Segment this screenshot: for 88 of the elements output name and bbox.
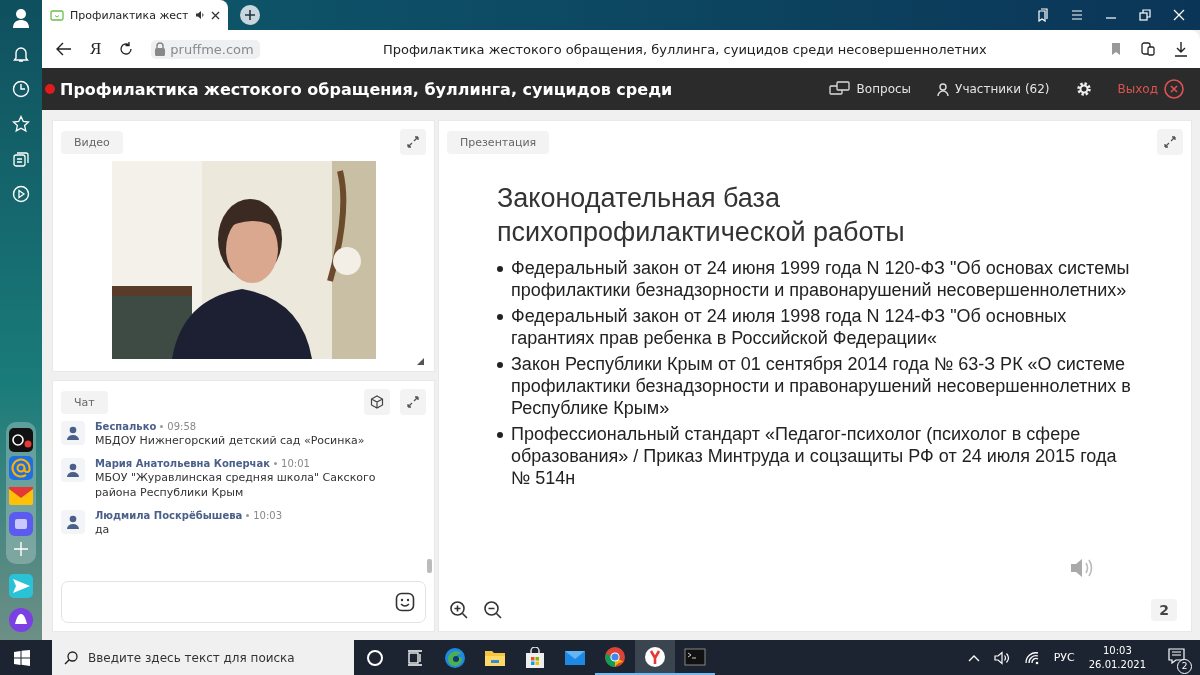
message-text: МБОУ "Журавлинская средняя школа" Сакского района Республики Крым [95, 470, 377, 500]
yandex-logo[interactable]: Я [90, 39, 102, 59]
restore-icon[interactable] [1138, 8, 1152, 22]
browser-tab[interactable]: Профилактика жест [42, 0, 228, 30]
collections-icon[interactable] [12, 150, 30, 168]
panel-label: Видео [61, 130, 123, 154]
avatar [61, 458, 85, 482]
wifi-icon[interactable] [1023, 650, 1040, 665]
play-icon[interactable] [12, 185, 30, 203]
message-text: МБДОУ Нижнегорский детский сад «Росинка» [95, 433, 365, 448]
page-number: 2 [1151, 599, 1177, 621]
close-circle-icon [1164, 79, 1184, 99]
notification-icon[interactable] [1168, 647, 1186, 664]
message-time: 09:58 [167, 421, 197, 432]
separator-dot [246, 514, 250, 517]
scrollbar-thumb[interactable] [427, 559, 432, 573]
download-icon[interactable] [1174, 41, 1188, 57]
user-icon[interactable] [12, 8, 30, 28]
panel-label: Чат [61, 390, 108, 414]
message-author: Беспалько [95, 421, 157, 432]
bullet-text: Федеральный закон от 24 июля 1998 года N 124-ФЗ "Об основных гарантиях прав ребенка в Российской Федерации« [511, 305, 1068, 349]
new-tab-icon[interactable] [240, 5, 260, 25]
avatar [61, 421, 85, 445]
bookmarks-icon[interactable] [1036, 8, 1050, 22]
exit-button[interactable]: Выход [1117, 79, 1184, 99]
cube-button[interactable] [364, 389, 390, 415]
reload-icon[interactable] [119, 42, 134, 56]
questions-button[interactable]: Вопросы [828, 81, 912, 97]
emoji-icon[interactable] [395, 592, 415, 612]
expand-button[interactable] [400, 129, 426, 155]
avatar [61, 510, 85, 534]
bullet-icon [497, 314, 503, 320]
separator-dot [274, 462, 278, 465]
language-indicator[interactable]: РУС [1053, 651, 1075, 664]
message-time: 10:03 [253, 510, 283, 521]
expand-button[interactable] [400, 389, 426, 415]
message-text: да [95, 522, 111, 537]
tab-title: Профилактика жест [70, 8, 189, 22]
speaker-icon[interactable] [993, 650, 1010, 665]
menu-icon[interactable] [1070, 8, 1084, 22]
lock-icon [154, 42, 167, 56]
yandex-taskbar-icon[interactable] [635, 640, 675, 675]
expand-icon [407, 136, 419, 148]
star-icon[interactable] [12, 115, 30, 133]
chevron-up-icon[interactable] [967, 653, 980, 662]
separator-dot [160, 425, 164, 428]
message-input[interactable] [61, 581, 426, 623]
bell-icon[interactable] [12, 45, 30, 63]
resize-handle-icon[interactable] [417, 358, 424, 365]
camera-app-icon[interactable] [9, 428, 33, 452]
bullet-text: Федеральный закон от 24 июня 1999 года N 120-ФЗ "Об основах системы профилактики безнадзорности и правонарушений несовершеннолетних» [511, 257, 1131, 301]
envelope-icon[interactable] [9, 484, 33, 508]
settings-icon[interactable] [1075, 81, 1092, 97]
taskbar-search-field[interactable]: Введите здесь текст для поиска [52, 640, 354, 675]
expand-icon [1164, 136, 1176, 148]
zoom-out-icon[interactable] [483, 600, 503, 620]
bullet-text: Закон Республики Крым от 01 сентября 2014 года № 63-З РК «О системе профилактики безнадзорности и правонарушений несовершеннолетних в Республике Крым» [511, 353, 1131, 419]
cube-icon [370, 395, 384, 409]
zoom-in-icon[interactable] [449, 600, 469, 620]
webinar-title: Профилактика жестокого обращения, буллинга, суицидов среди [60, 79, 673, 99]
bullet-icon [497, 362, 503, 368]
protect-icon[interactable] [1140, 41, 1156, 57]
bullet-text: Профессиональный стандарт «Педагог-психолог (психолог в сфере образования» / Приказ Минтруда и соцзащиты РФ от 24 июля 2015 года № 514н [511, 423, 1118, 489]
bullet-icon [497, 266, 503, 272]
expand-icon [407, 396, 419, 408]
send-app-icon[interactable] [9, 574, 33, 598]
bullet-icon [497, 432, 503, 438]
window-app-icon[interactable] [9, 512, 33, 536]
panel-label: Презентация [447, 130, 550, 154]
bookmark-icon[interactable] [1110, 42, 1122, 56]
tv-icon [50, 9, 64, 21]
person-icon [937, 82, 950, 96]
page-title: Профилактика жестокого обращения, буллинга, суицидов среди несовершеннолетних [382, 41, 988, 57]
notification-count: 2 [1177, 658, 1192, 674]
assistant-icon[interactable] [9, 608, 33, 632]
windows-start-icon[interactable] [14, 649, 30, 666]
back-icon[interactable] [56, 42, 72, 56]
clock[interactable]: 10:03 26.01.2021 [1088, 643, 1146, 672]
speech-bubbles-icon [828, 81, 851, 97]
message-author: Мария Анатольевна Коперчак [95, 458, 271, 469]
expand-button[interactable] [1157, 129, 1183, 155]
participants-button[interactable]: Участники (62) [937, 82, 1050, 96]
speaker-icon[interactable] [195, 10, 205, 20]
message-author: Людмила Поскрёбышева [95, 510, 243, 521]
close-icon[interactable] [211, 10, 220, 20]
message-time: 10:01 [281, 458, 310, 469]
slide-title: Законодательная база психопрофилактической работы [497, 182, 906, 249]
clock-icon[interactable] [12, 80, 30, 98]
